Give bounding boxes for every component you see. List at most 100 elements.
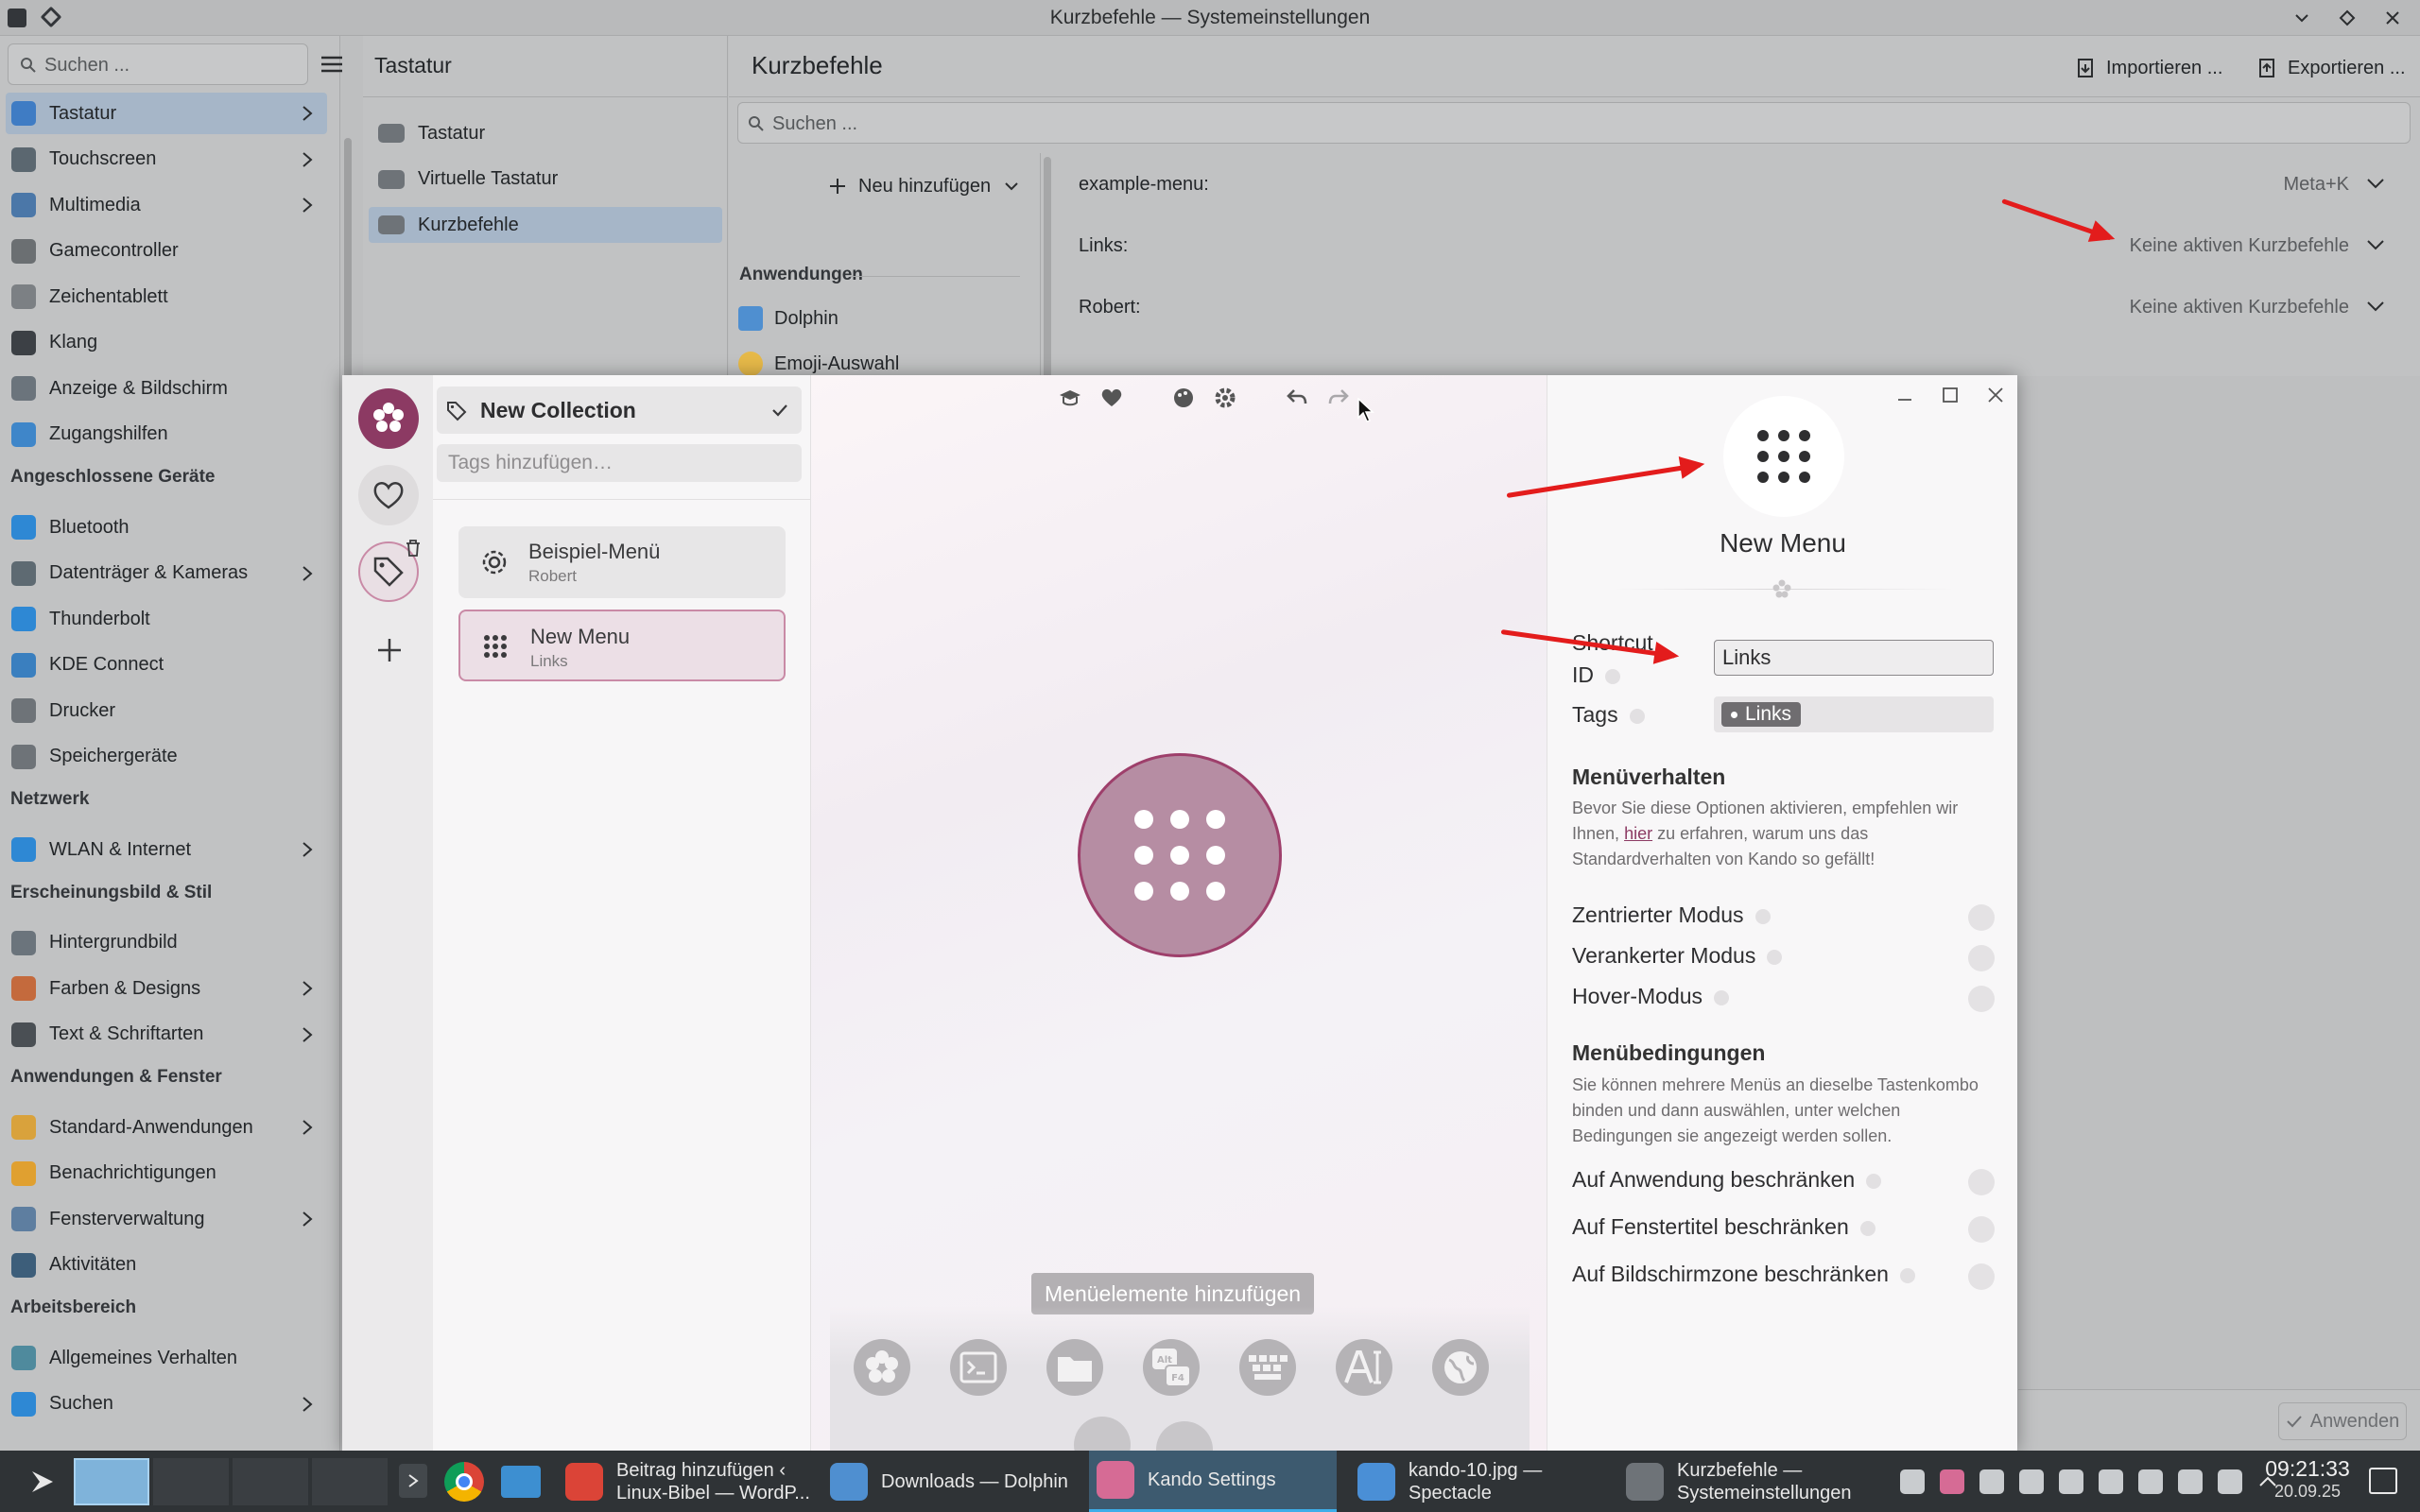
sidebar-item[interactable]: KDE Connect [6,644,327,686]
sidebar-item[interactable]: Multimedia [6,184,327,226]
confirm-check-icon[interactable] [771,403,788,418]
shortcut-id-input[interactable]: Links [1714,640,1994,676]
sidebar-item[interactable]: Thunderbolt [6,598,327,640]
learn-icon[interactable] [1059,387,1081,409]
sidebar-item[interactable]: WLAN & Internet [6,829,327,870]
item-type-file[interactable] [1046,1339,1103,1396]
undo-icon[interactable] [1286,387,1308,409]
info-icon[interactable] [1859,1220,1876,1236]
minimize-icon[interactable] [2293,9,2310,26]
chevron-down-icon[interactable] [2366,300,2385,313]
show-desktop-button[interactable] [2369,1468,2397,1494]
sidebar-item[interactable]: Tastatur [6,93,327,134]
close-icon[interactable] [1987,387,2004,404]
behavior-toggle[interactable] [1968,945,1995,971]
close-icon[interactable] [2384,9,2401,26]
sidebar-item[interactable]: Zugangshilfen [6,414,327,455]
app-launcher-icon[interactable] [28,1468,57,1496]
battery-icon[interactable] [2138,1469,2163,1494]
subpage-item[interactable]: Kurzbefehle [369,207,722,243]
files-launcher[interactable] [501,1466,541,1498]
taskbar-task[interactable]: kando-10.jpg — Spectacle [1350,1451,1605,1512]
shortcut-row[interactable]: Robert: Keine aktiven Kurzbefehle [1079,288,2402,326]
subpage-item[interactable]: Tastatur [369,115,722,151]
notification-icon[interactable] [1900,1469,1925,1494]
taskbar-task[interactable]: Kando Settings [1089,1451,1337,1512]
chevron-down-icon[interactable] [2366,177,2385,190]
behavior-toggle[interactable] [1968,986,1995,1012]
taskbar-task[interactable]: Downloads — Dolphin [822,1451,1080,1512]
trash-icon[interactable] [405,539,422,558]
condition-toggle[interactable] [1968,1216,1995,1243]
sidebar-item[interactable]: Suchen [6,1383,327,1425]
settings-tray-icon[interactable] [2059,1469,2083,1494]
info-icon[interactable] [1767,949,1783,965]
add-new-button[interactable]: Neu hinzufügen [828,168,1019,204]
minimize-icon[interactable] [1896,387,1913,404]
kando-logo-button[interactable] [358,388,419,449]
menu-icon-picker[interactable] [1723,396,1844,517]
sidebar-item[interactable]: Bluetooth [6,507,327,548]
behavior-link[interactable]: hier [1624,824,1652,843]
sidebar-item[interactable]: Farben & Designs [6,968,327,1009]
tag-chip[interactable]: Links [1721,702,1802,727]
condition-toggle[interactable] [1968,1169,1995,1195]
favorites-button[interactable] [358,465,419,525]
heart-icon[interactable] [1100,387,1123,408]
sidebar-item[interactable]: Drucker [6,690,327,731]
tags-input[interactable]: Tags hinzufügen… [437,444,802,482]
behavior-toggle[interactable] [1968,904,1995,931]
clipboard-icon[interactable] [1979,1469,2004,1494]
info-icon[interactable] [1899,1267,1915,1283]
virtual-desktop-3[interactable] [233,1458,308,1505]
menu-name[interactable]: New Menu [1547,528,2017,558]
condition-toggle[interactable] [1968,1263,1995,1290]
sidebar-item[interactable]: Zeichentablett [6,276,327,318]
sidebar-item[interactable]: Allgemeines Verhalten [6,1337,327,1379]
sidebar-item[interactable]: Datenträger & Kameras [6,553,327,594]
apply-button[interactable]: Anwenden [2278,1402,2407,1440]
sidebar-item[interactable]: Hintergrundbild [6,922,327,964]
sidebar-item[interactable]: Standard-Anwendungen [6,1107,327,1148]
info-icon[interactable] [1605,668,1620,684]
item-type-macro[interactable] [1239,1339,1296,1396]
import-button[interactable]: Importieren ... [2076,49,2222,87]
menu-card-beispiel[interactable]: Beispiel-Menü Robert [458,526,786,598]
chrome-launcher[interactable] [444,1462,484,1502]
volume-icon[interactable] [2178,1469,2203,1494]
sidebar-item[interactable]: Speichergeräte [6,736,327,778]
item-type-text[interactable] [1336,1339,1392,1396]
clock[interactable]: 09:21:33 20.09.25 [2256,1456,2360,1502]
shortcut-search-input[interactable]: Suchen ... [737,102,2411,144]
shortcut-row[interactable]: example-menu: Meta+K [1079,165,2402,203]
info-icon[interactable] [1629,708,1645,724]
menu-center-item[interactable] [1078,753,1282,957]
virtual-desktop-1[interactable] [74,1458,149,1505]
sidebar-item[interactable]: Fensterverwaltung [6,1198,327,1240]
item-type-hotkey[interactable]: Alt F4 [1143,1339,1200,1396]
virtual-desktop-4[interactable] [312,1458,388,1505]
redo-icon[interactable] [1327,387,1350,409]
item-type-uri[interactable] [1432,1339,1489,1396]
gear-icon[interactable] [1214,387,1236,409]
chevron-down-icon[interactable] [2366,238,2385,251]
info-icon[interactable] [1714,989,1730,1005]
sidebar-item[interactable]: Aktivitäten [6,1245,327,1286]
palette-icon[interactable] [1172,387,1195,409]
menu-card-new-menu[interactable]: New Menu Links [458,610,786,681]
terminal-launcher[interactable] [399,1464,427,1498]
info-icon[interactable] [1866,1173,1882,1189]
add-collection-icon[interactable] [376,637,403,663]
kando-tray-icon[interactable] [1940,1469,1964,1494]
sidebar-item[interactable]: Anzeige & Bildschirm [6,368,327,409]
maximize-icon[interactable] [2339,9,2356,26]
collection-title-field[interactable]: New Collection [437,387,802,434]
sidebar-item[interactable]: Touchscreen [6,139,327,180]
sidebar-item[interactable]: Text & Schriftarten [6,1014,327,1056]
subpage-item[interactable]: Virtuelle Tastatur [369,162,722,198]
tags-field[interactable]: Links [1714,696,1994,732]
info-icon[interactable] [1754,908,1771,924]
shortcut-row[interactable]: Links: Keine aktiven Kurzbefehle [1079,227,2402,265]
sidebar-item[interactable]: Klang [6,322,327,364]
updates-icon[interactable] [2019,1469,2044,1494]
